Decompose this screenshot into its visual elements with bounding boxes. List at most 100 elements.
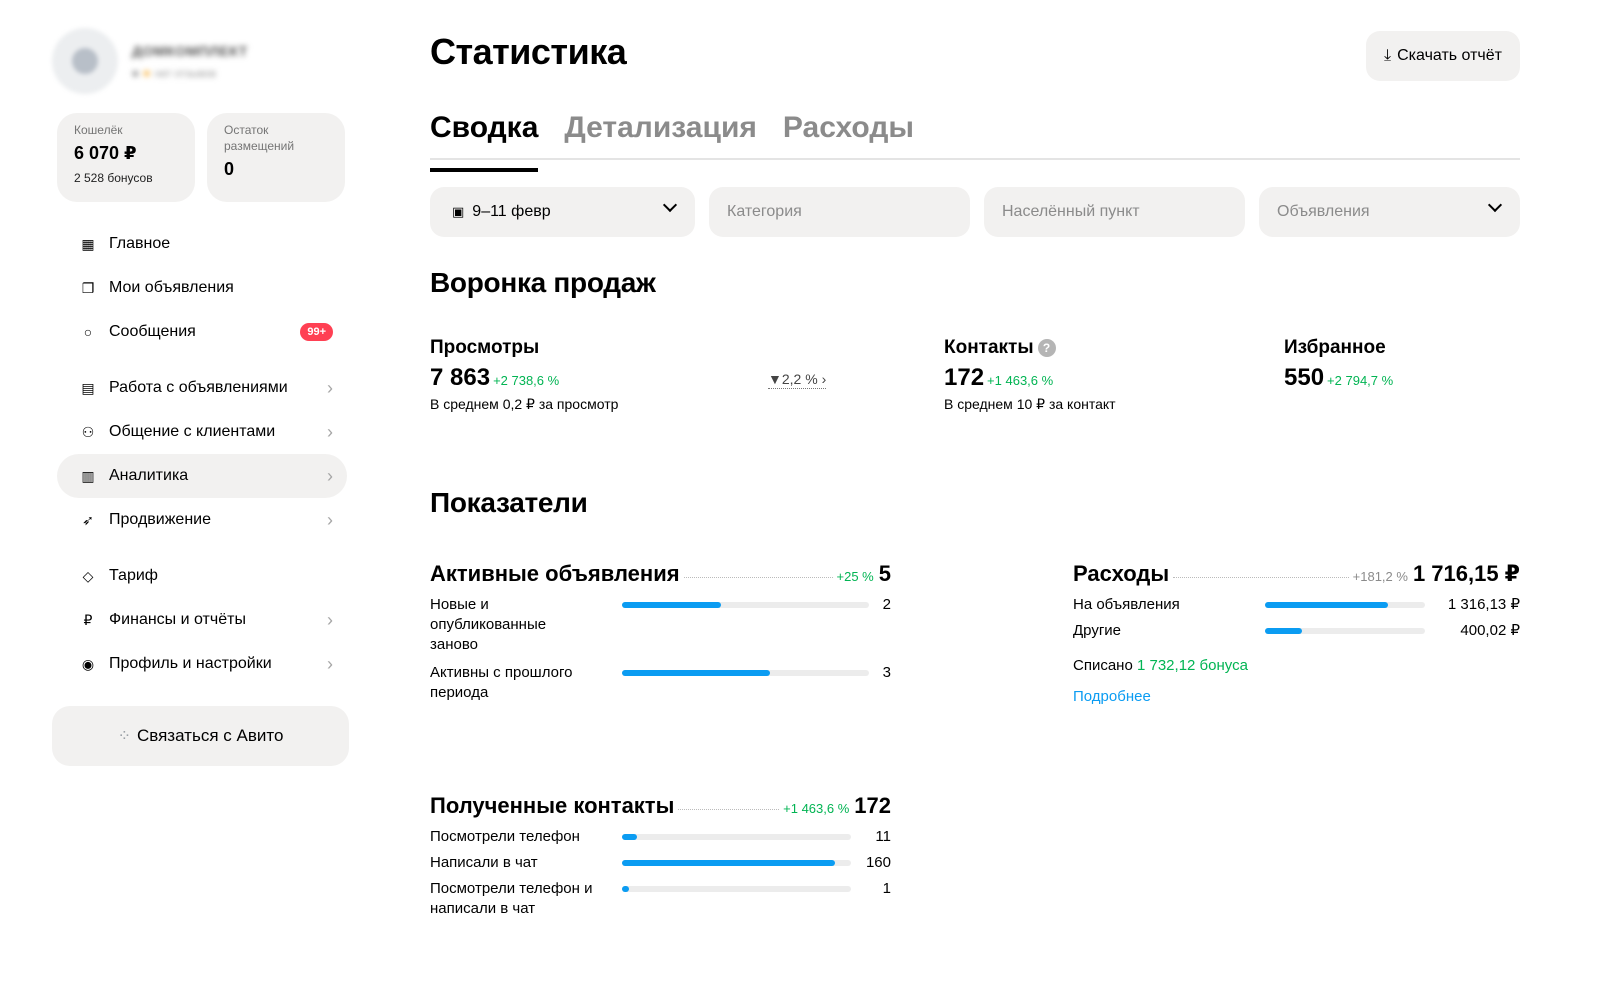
metric-row: Другие 400,02 ₽: [1073, 621, 1520, 641]
received-contacts-title: Полученные контакты: [430, 793, 675, 818]
sidebar-item-clients[interactable]: ⚇ Общение с клиентами ›: [57, 410, 347, 454]
sidebar-item-label: Продвижение: [109, 511, 211, 528]
row-label: На объявления: [1073, 596, 1180, 613]
row-value: 3: [882, 664, 891, 681]
funnel-title: Воронка продаж: [430, 267, 656, 298]
filters: ▣ 9–11 февр Категория Населённый пункт О…: [430, 187, 1520, 237]
sidebar-item-analytics[interactable]: ▥ Аналитика ›: [57, 454, 347, 498]
views-value: 7 863 +2 738,6 %: [430, 364, 560, 391]
messages-badge: 99+: [300, 323, 333, 341]
download-report-label: Скачать отчёт: [1397, 47, 1502, 64]
sidebar-item-main[interactable]: ▦ Главное: [57, 222, 347, 266]
tab-summary[interactable]: Сводка: [430, 110, 539, 172]
profile-block[interactable]: ДОМКОМПЛЕКТ ■ ★ нет отзывов: [52, 28, 352, 94]
row-bar-fill: [622, 670, 771, 676]
row-label: Написали в чат: [430, 854, 538, 871]
users-icon: ⚇: [81, 423, 95, 440]
chevron-right-icon: ›: [327, 465, 333, 486]
favorites-delta: +2 794,7 %: [1327, 373, 1394, 388]
placements-value: 0: [224, 159, 235, 179]
wallet-bonus: 2 528 бонусов: [74, 171, 153, 185]
active-ads-delta: +25 %: [836, 569, 874, 584]
ads-select[interactable]: Объявления: [1259, 187, 1520, 237]
main-content: Статистика ⤓ Скачать отчёт Сводка Детали…: [430, 28, 1520, 919]
bar-chart-icon: ▥: [81, 467, 95, 484]
wallet-label: Кошелёк: [74, 123, 123, 137]
sidebar-item-label: Общение с клиентами: [109, 423, 276, 440]
metric-row: На объявления 1 316,13 ₽: [1073, 595, 1520, 615]
row-value: 2: [882, 596, 891, 613]
sidebar-item-messages[interactable]: ○ Сообщения 99+: [57, 310, 347, 354]
diamond-icon: ◇: [82, 567, 94, 584]
placements-label: Остаток размещений: [224, 123, 295, 153]
chevron-right-icon: ›: [327, 421, 333, 442]
chevron-right-icon: ›: [327, 509, 333, 530]
chevron-right-icon: ›: [327, 377, 333, 398]
more-link[interactable]: Подробнее: [1073, 688, 1151, 705]
chevron-right-icon: ›: [327, 609, 333, 630]
download-report-button[interactable]: ⤓ Скачать отчёт: [1366, 31, 1520, 81]
metric-row: Посмотрели телефон 11: [430, 827, 891, 847]
contacts-note: В среднем 10 ₽ за контакт: [944, 396, 1116, 412]
sidebar-item-label: Мои объявления: [109, 279, 234, 296]
expenses-title: Расходы: [1073, 561, 1170, 586]
active-ads-value: 5: [878, 561, 891, 586]
sidebar-item-my-ads[interactable]: ❐ Мои объявления: [57, 266, 347, 310]
row-bar-fill: [1265, 628, 1302, 634]
balance-cards: Кошелёк 6 070 ₽ 2 528 бонусов Остаток ра…: [57, 113, 352, 202]
avatar[interactable]: [52, 28, 118, 94]
received-contacts-delta: +1 463,6 %: [783, 801, 850, 816]
placements-card[interactable]: Остаток размещений 0: [207, 113, 345, 202]
written-off-value: 1 732,12 бонуса: [1136, 657, 1248, 674]
profile-rating: ■ ★ нет отзывов: [132, 67, 217, 80]
row-bar: [622, 670, 869, 676]
conversion-link[interactable]: ▼2,2 % ›: [768, 371, 827, 389]
tab-details[interactable]: Детализация: [564, 110, 757, 158]
tab-expenses[interactable]: Расходы: [783, 110, 914, 158]
row-value: 160: [865, 854, 891, 871]
row-value: 1 316,13 ₽: [1447, 596, 1520, 613]
wallet-card[interactable]: Кошелёк 6 070 ₽ 2 528 бонусов: [57, 113, 195, 202]
contacts-block: Полученные контакты +1 463,6 % 172 Посмо…: [430, 793, 891, 919]
row-bar: [622, 834, 851, 840]
support-icon: ⁘: [117, 728, 131, 745]
date-select[interactable]: ▣ 9–11 февр: [430, 187, 695, 237]
sidebar-item-label: Главное: [109, 235, 171, 252]
chevron-down-icon: [1487, 197, 1503, 213]
favorites-value: 550 +2 794,7 %: [1284, 364, 1394, 391]
category-input[interactable]: Категория: [709, 187, 970, 237]
row-bar-fill: [622, 886, 629, 892]
ruble-icon: ₽: [83, 611, 93, 628]
sidebar-item-label: Аналитика: [109, 467, 189, 484]
sidebar-item-label: Работа с объявлениями: [109, 379, 288, 396]
row-label: Посмотрели телефон и написали в чат: [430, 880, 593, 917]
chevron-right-icon: ›: [821, 371, 827, 387]
row-label: Новые и опубликованные заново: [430, 596, 547, 653]
copy-icon: ❐: [81, 279, 95, 296]
rocket-icon: ➶: [82, 511, 94, 528]
received-contacts-value: 172: [854, 793, 891, 818]
help-icon[interactable]: ?: [1037, 339, 1056, 357]
row-label: Посмотрели телефон: [430, 828, 580, 845]
favorites-title: Избранное: [1284, 337, 1386, 358]
sidebar-item-finance[interactable]: ₽ Финансы и отчёты ›: [57, 598, 347, 642]
sidebar-item-ads-work[interactable]: ▤ Работа с объявлениями ›: [57, 366, 347, 410]
chat-icon: ○: [83, 324, 93, 340]
row-value: 11: [875, 828, 891, 845]
views-title: Просмотры: [430, 337, 540, 358]
funnel-icon: ▼: [768, 371, 782, 387]
chevron-right-icon: ›: [327, 653, 333, 674]
profile-name[interactable]: ДОМКОМПЛЕКТ: [132, 43, 248, 59]
sidebar-item-label: Тариф: [109, 567, 158, 584]
contact-avito-button[interactable]: ⁘ Связаться с Авито: [52, 706, 349, 766]
city-input[interactable]: Населённый пункт: [984, 187, 1245, 237]
sidebar-item-profile[interactable]: ◉ Профиль и настройки ›: [57, 642, 347, 686]
contact-avito-label: Связаться с Авито: [136, 726, 284, 745]
sidebar-item-promotion[interactable]: ➶ Продвижение ›: [57, 498, 347, 542]
row-bar: [1265, 628, 1425, 634]
contacts-delta: +1 463,6 %: [987, 373, 1054, 388]
sidebar-item-tariff[interactable]: ◇ Тариф: [57, 554, 347, 598]
row-bar: [622, 886, 851, 892]
row-bar-fill: [622, 602, 721, 608]
metrics-grid: Активные объявления +25 % 5 Новые и опуб…: [430, 519, 1520, 919]
